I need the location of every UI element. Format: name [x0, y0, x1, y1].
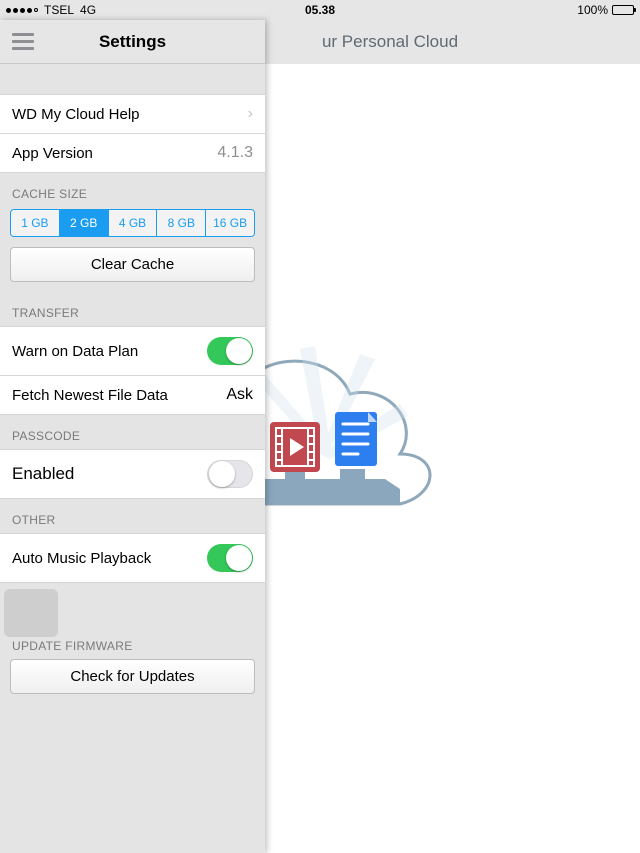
signal-dots-icon	[6, 8, 38, 13]
passcode-section-header: PASSCODE	[0, 415, 265, 449]
settings-panel: Settings WD My Cloud Help › App Version …	[0, 20, 265, 853]
status-time: 05.38	[305, 3, 335, 17]
menu-icon[interactable]	[12, 20, 34, 63]
cache-option-2[interactable]: 4 GB	[109, 210, 158, 236]
auto-music-label: Auto Music Playback	[12, 550, 151, 567]
other-section-header: OTHER	[0, 499, 265, 533]
network-label: 4G	[80, 3, 96, 17]
fetch-label: Fetch Newest File Data	[12, 387, 168, 404]
warn-toggle[interactable]	[207, 337, 253, 365]
check-updates-button[interactable]: Check for Updates	[10, 659, 255, 694]
transfer-section-header: TRANSFER	[0, 292, 265, 326]
passcode-enabled-row: Enabled	[0, 449, 265, 499]
cache-section-header: CACHE SIZE	[0, 173, 265, 207]
version-row: App Version 4.1.3	[0, 134, 265, 173]
cache-option-0[interactable]: 1 GB	[11, 210, 60, 236]
battery-icon	[612, 5, 634, 15]
version-label: App Version	[12, 145, 93, 162]
panel-title: Settings	[99, 32, 166, 52]
fetch-value: Ask	[226, 386, 253, 404]
cache-size-segmented[interactable]: 1 GB 2 GB 4 GB 8 GB 16 GB	[10, 209, 255, 237]
help-row[interactable]: WD My Cloud Help ›	[0, 94, 265, 134]
chevron-right-icon: ›	[248, 105, 253, 123]
cache-option-1[interactable]: 2 GB	[60, 210, 109, 236]
status-bar: TSEL 4G 05.38 100%	[0, 0, 640, 20]
cache-option-3[interactable]: 8 GB	[157, 210, 206, 236]
battery-percent: 100%	[577, 3, 608, 17]
ghost-thumbnail	[4, 589, 58, 637]
auto-music-toggle[interactable]	[207, 544, 253, 572]
panel-header: Settings	[0, 20, 265, 64]
passcode-toggle[interactable]	[207, 460, 253, 488]
passcode-enabled-label: Enabled	[12, 464, 74, 484]
clear-cache-button[interactable]: Clear Cache	[10, 247, 255, 282]
auto-music-row: Auto Music Playback	[0, 533, 265, 583]
warn-data-plan-row: Warn on Data Plan	[0, 326, 265, 376]
help-label: WD My Cloud Help	[12, 106, 140, 123]
carrier-label: TSEL	[44, 3, 74, 17]
warn-label: Warn on Data Plan	[12, 343, 138, 360]
fetch-newest-row[interactable]: Fetch Newest File Data Ask	[0, 376, 265, 415]
cache-option-4[interactable]: 16 GB	[206, 210, 254, 236]
version-value: 4.1.3	[217, 144, 253, 162]
firmware-section-header: UPDATE FIRMWARE	[0, 639, 265, 659]
